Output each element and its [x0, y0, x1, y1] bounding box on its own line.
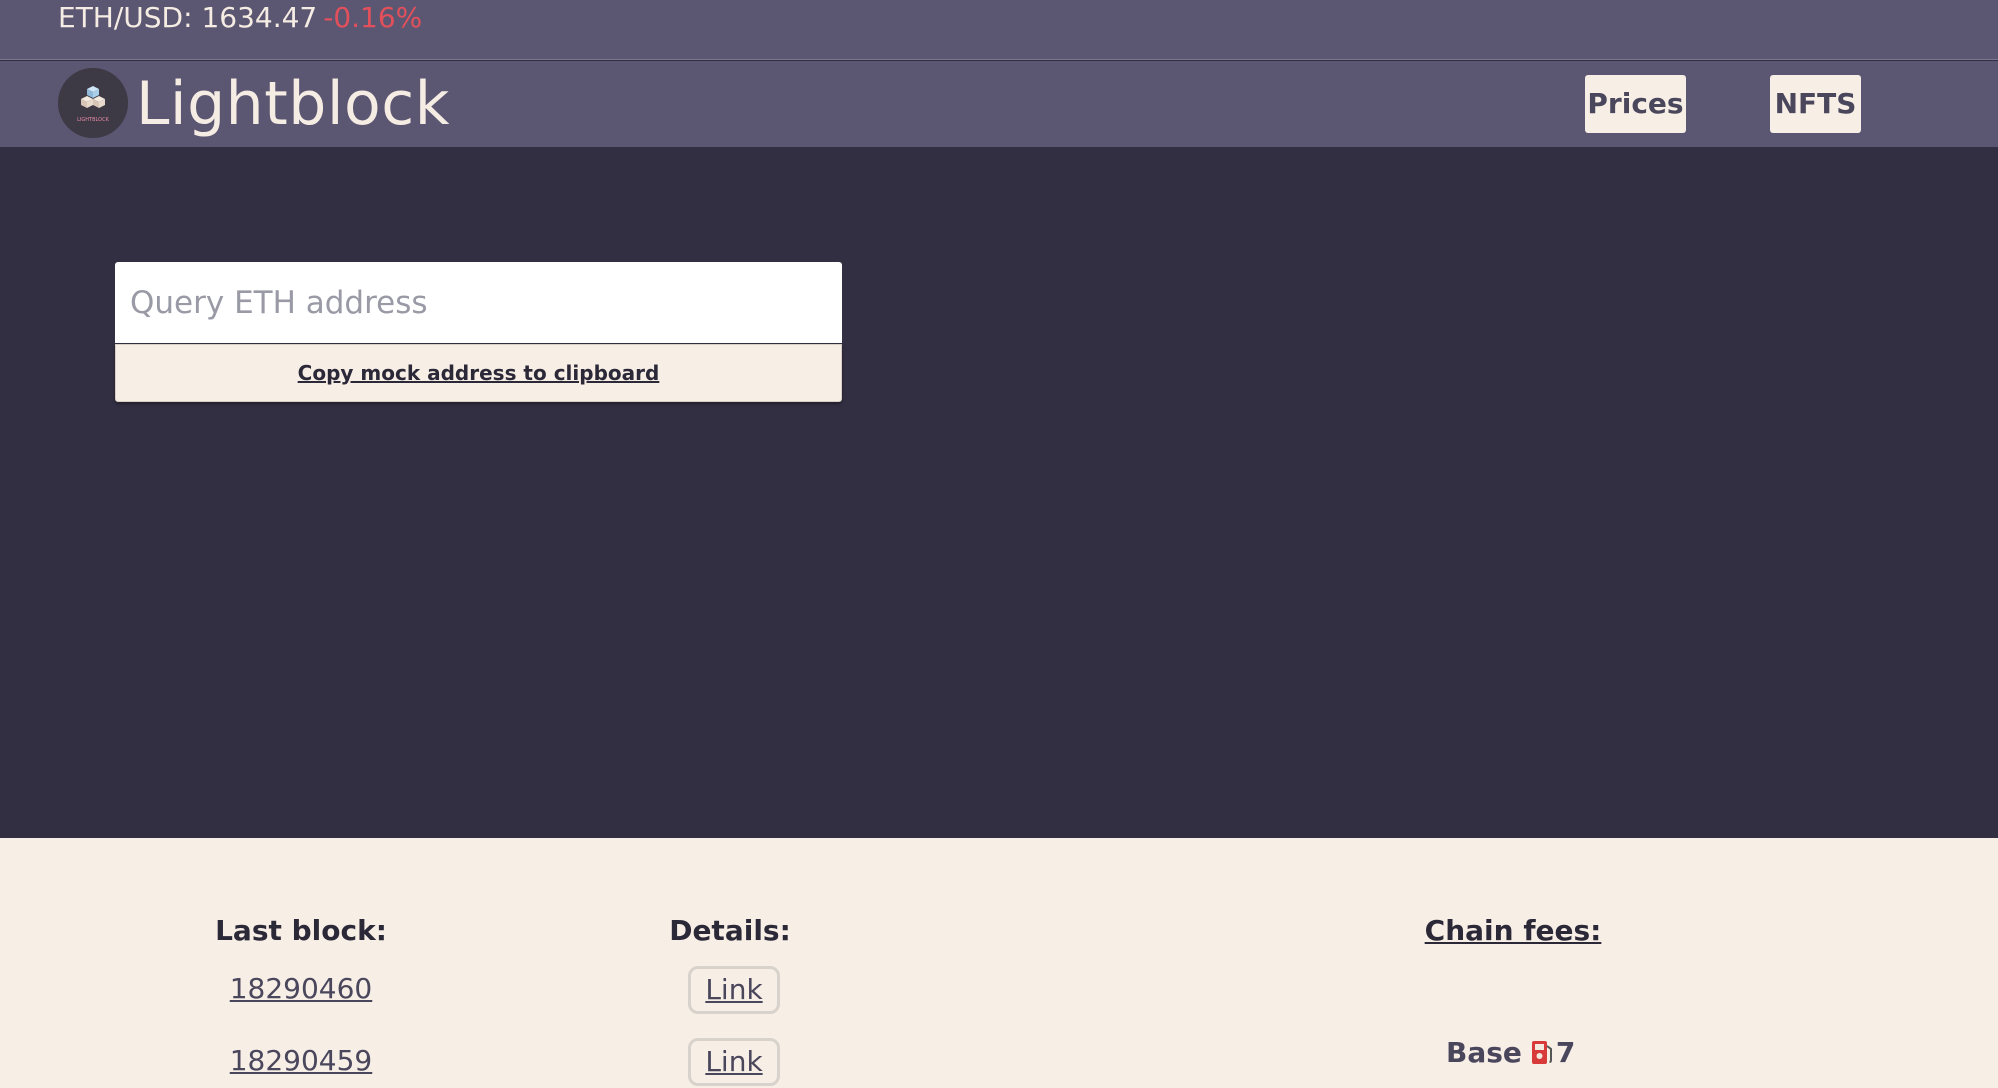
nfts-nav-button[interactable]: NFTS — [1770, 75, 1861, 133]
block-details-link[interactable]: Link — [688, 966, 780, 1014]
brand-name[interactable]: Lightblock — [136, 67, 450, 141]
logo-wordmark: LIGHTBLOCK — [77, 117, 109, 123]
cubes-logo-icon: LIGHTBLOCK — [58, 68, 128, 138]
chain-info-footer: Last block: Details: Chain fees: 1829046… — [0, 838, 1998, 1088]
prices-nav-button[interactable]: Prices — [1585, 75, 1686, 133]
lightblock-logo[interactable]: LIGHTBLOCK — [58, 68, 128, 138]
eth-price-ticker: ETH/USD: 1634.47 -0.16% — [58, 2, 422, 34]
price-ticker-bar: ETH/USD: 1634.47 -0.16% — [0, 0, 1998, 60]
site-header: LIGHTBLOCK Lightblock Prices NFTS — [0, 61, 1998, 147]
price-change: -0.16% — [323, 1, 423, 34]
details-heading: Details: — [669, 914, 791, 947]
eth-usd-price: ETH/USD: 1634.47 — [58, 1, 318, 34]
copy-mock-address-button[interactable]: Copy mock address to clipboard — [115, 344, 842, 402]
base-fee: Base 7 — [1446, 1036, 1575, 1070]
eth-address-search-input[interactable] — [115, 262, 842, 343]
base-fee-value: 7 — [1555, 1036, 1576, 1069]
block-details-link[interactable]: Link — [688, 1038, 780, 1086]
base-fee-label: Base — [1446, 1036, 1522, 1069]
chain-fees-heading[interactable]: Chain fees: — [1400, 914, 1626, 948]
fuel-pump-icon — [1531, 1041, 1552, 1064]
block-number-link[interactable]: 18290460 — [200, 972, 402, 1006]
block-number-link[interactable]: 18290459 — [200, 1044, 402, 1078]
last-block-heading: Last block: — [215, 914, 387, 947]
